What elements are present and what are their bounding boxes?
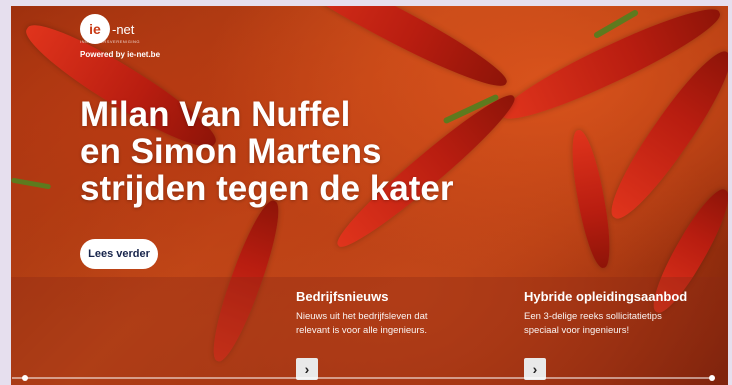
card-title: Bedrijfsnieuws (296, 289, 389, 304)
card-title: Hybride opleidingsaanbod (524, 289, 688, 304)
chevron-right-icon: › (532, 361, 538, 377)
card-text-line: Een 3-delige reeks sollicitatietips (524, 311, 662, 322)
chili-stem-decoration (11, 177, 52, 190)
carousel-progress-track[interactable] (12, 375, 715, 381)
card-hybride-opleidingsaanbod[interactable]: Hybride opleidingsaanbod Een 3-delige re… (524, 289, 724, 338)
card-bedrijfsnieuws[interactable]: Bedrijfsnieuws Nieuws uit het bedrijfsle… (296, 289, 496, 338)
powered-by-text: Powered by ie-net.be (80, 50, 161, 59)
logo-word: -net (112, 21, 135, 37)
headline-line: strijden tegen de kater (80, 169, 454, 208)
chevron-right-icon: › (304, 361, 310, 377)
headline-line: en Simon Martens (80, 132, 382, 171)
card-text-line: speciaal voor ingenieurs! (524, 325, 630, 336)
chili-pepper-decoration (566, 127, 616, 271)
card-text-line: relevant is voor alle ingenieurs. (296, 325, 427, 336)
scrollbar-edge (728, 0, 732, 385)
hero-headline: Milan Van Nuffel en Simon Martens strijd… (80, 96, 560, 207)
logo-tagline: INGENIEURSVERENIGING (80, 39, 141, 44)
carousel-progress-knob[interactable] (22, 375, 28, 381)
chili-pepper-decoration (268, 6, 514, 100)
card-text: Nieuws uit het bedrijfsleven dat relevan… (296, 310, 496, 338)
read-more-button[interactable]: Lees verder (80, 239, 158, 269)
page-frame: ie -net INGENIEURSVERENIGING Powered by … (0, 0, 732, 385)
card-text: Een 3-delige reeks sollicitatietips spec… (524, 310, 724, 338)
card-text-line: Nieuws uit het bedrijfsleven dat (296, 311, 428, 322)
carousel-progress-end (709, 375, 715, 381)
headline-line: Milan Van Nuffel (80, 95, 351, 134)
